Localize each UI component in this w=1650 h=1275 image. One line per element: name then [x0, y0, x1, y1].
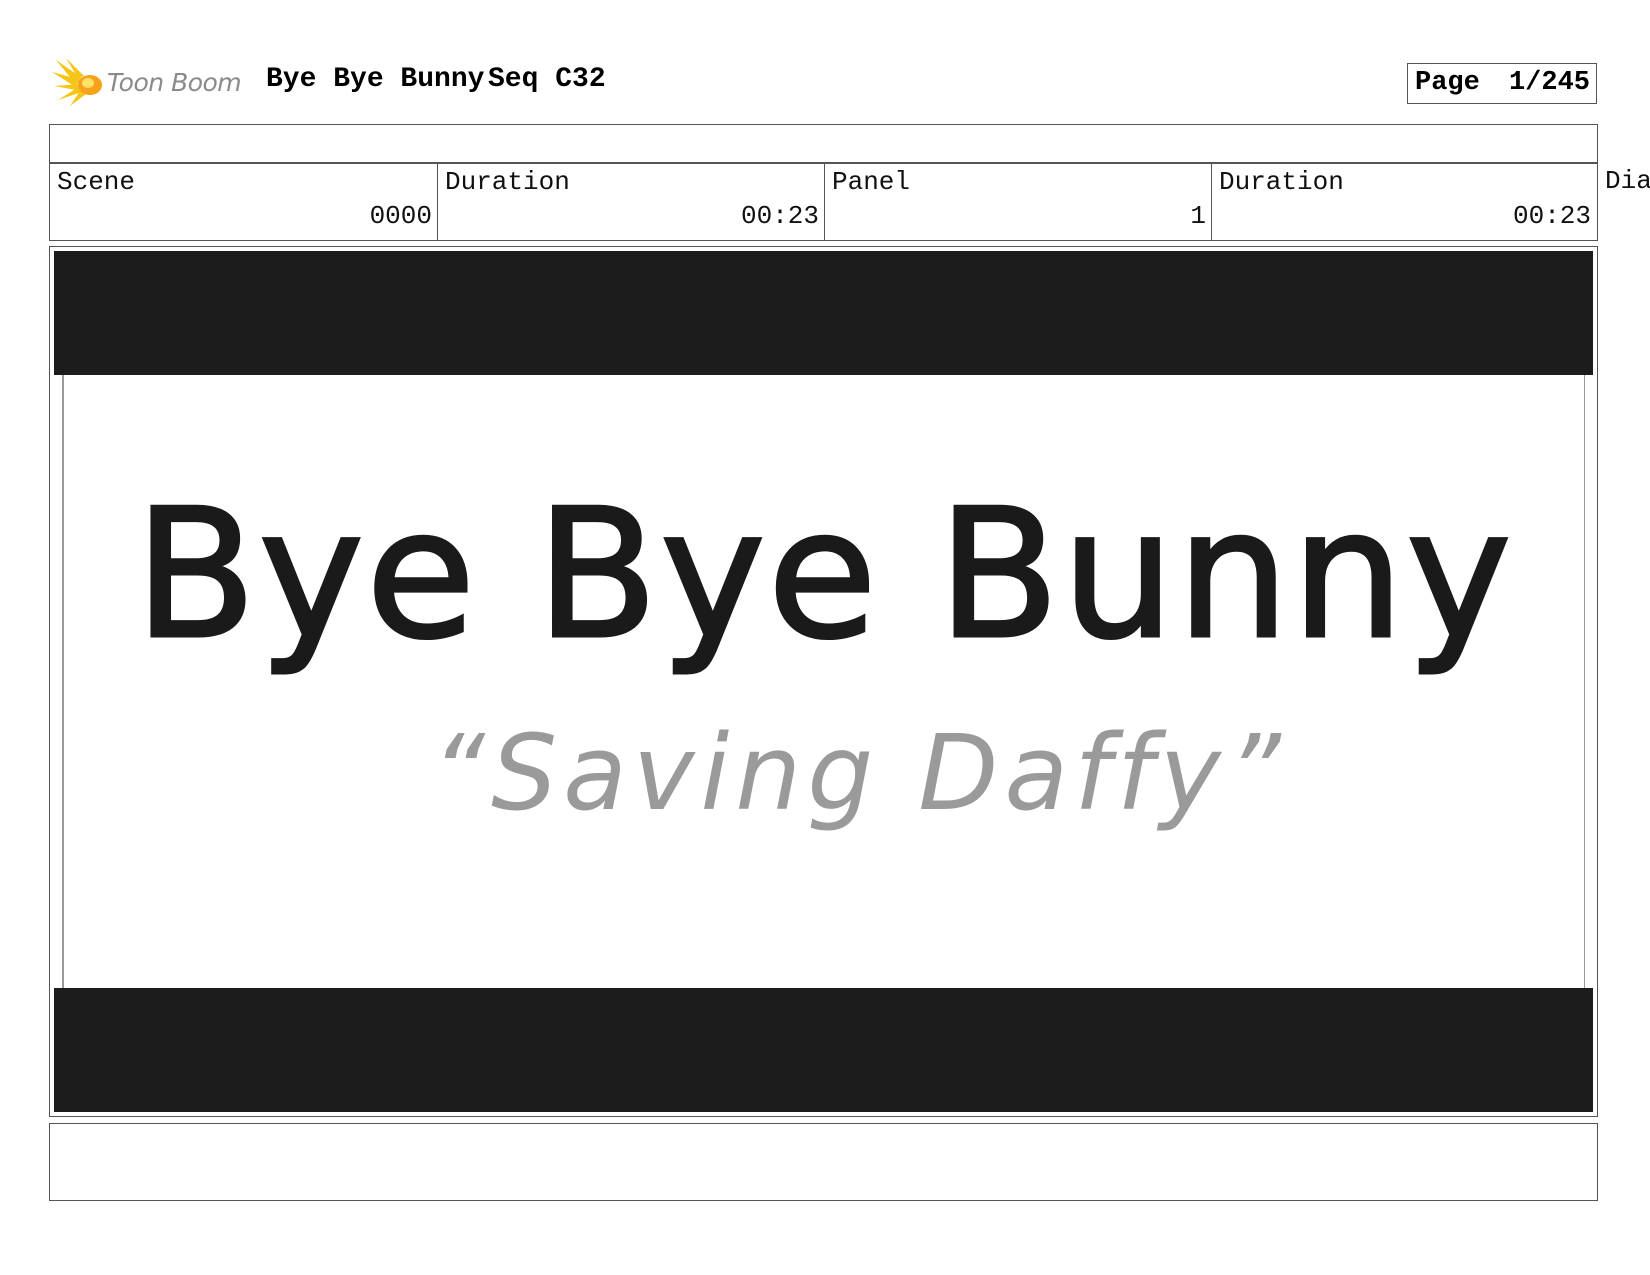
- scene-duration-cell: Duration 00:23: [437, 163, 824, 240]
- info-blank-strip: [49, 124, 1598, 164]
- sequence-label: Seq C32: [488, 64, 606, 95]
- scene-label: Scene: [57, 167, 136, 197]
- panel-duration-value: 00:23: [1512, 201, 1591, 231]
- scene-duration-value: 00:23: [740, 201, 819, 231]
- panel-label: Panel: [832, 167, 911, 197]
- panel-cell: Panel 1: [824, 163, 1211, 240]
- scene-value: 0000: [369, 201, 432, 231]
- storyboard-page: Toon Boom Bye Bye Bunny Seq C32 Page 1/2…: [0, 0, 1650, 1275]
- starburst-icon: [52, 58, 102, 106]
- page-indicator: Page 1/245: [1407, 63, 1597, 104]
- title-card-subtitle: “Saving Daffy”: [431, 712, 1287, 834]
- project-title: Bye Bye Bunny: [266, 64, 485, 95]
- letterbox-bottom: [54, 988, 1593, 1112]
- panel-image-frame: Bye Bye Bunny “Saving Daffy”: [49, 246, 1598, 1117]
- scene-cell: Scene 0000: [50, 163, 437, 240]
- panel-duration-cell: Duration 00:23: [1211, 163, 1596, 240]
- panel-duration-label: Duration: [1219, 167, 1344, 197]
- page-number: 1/245: [1508, 68, 1590, 98]
- title-card-art: Bye Bye Bunny “Saving Daffy”: [133, 470, 1514, 835]
- dialogue-column-label: Dia: [1605, 166, 1650, 196]
- info-table: Scene 0000 Duration 00:23 Panel 1 Durati…: [49, 162, 1598, 241]
- logo-wordmark: Toon Boom: [107, 68, 242, 97]
- panel-value: 1: [1190, 201, 1206, 231]
- page-label: Page: [1415, 68, 1480, 98]
- title-card-heading: Bye Bye Bunny: [135, 471, 1514, 678]
- panel-notes-box: [49, 1123, 1598, 1201]
- scene-duration-label: Duration: [445, 167, 570, 197]
- panel-image: Bye Bye Bunny “Saving Daffy”: [54, 251, 1593, 1112]
- toon-boom-logo: Toon Boom: [52, 56, 252, 112]
